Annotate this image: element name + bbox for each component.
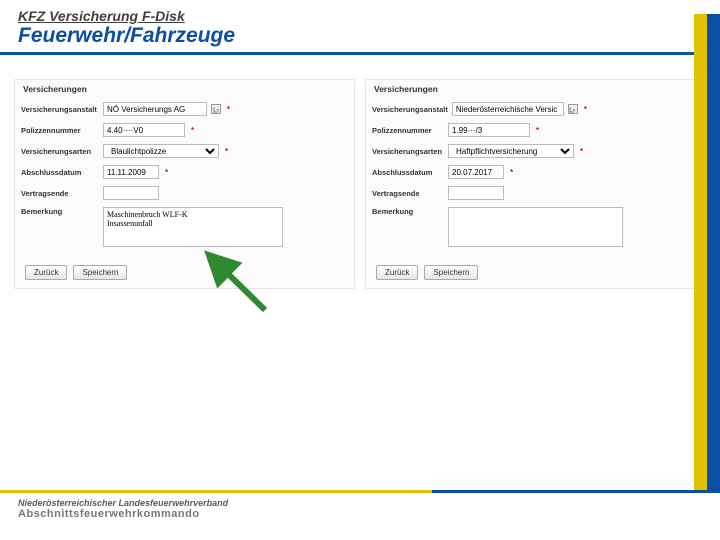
- button-row: Zurück Speichern: [376, 265, 699, 280]
- input-abschluss[interactable]: [448, 165, 504, 179]
- row-abschluss: Abschlussdatum *: [21, 165, 348, 179]
- required-star: *: [165, 168, 168, 177]
- row-vertragsende: Vertragsende: [21, 186, 348, 200]
- required-star: *: [191, 126, 194, 135]
- footer: Niederösterreichischer Landesfeuerwehrve…: [0, 490, 720, 540]
- select-arten[interactable]: Blaulichtpolizze: [103, 144, 219, 158]
- input-polizze[interactable]: [448, 123, 530, 137]
- label-arten: Versicherungsarten: [21, 147, 99, 156]
- side-stripe: [694, 14, 720, 540]
- header: KFZ Versicherung F-Disk Feuerwehr/Fahrze…: [0, 0, 720, 55]
- label-polizze: Polizzennummer: [372, 126, 444, 135]
- required-star: *: [536, 126, 539, 135]
- super-title: KFZ Versicherung F-Disk: [18, 8, 702, 24]
- row-polizze: Polizzennummer *: [372, 123, 699, 137]
- row-vertragsende: Vertragsende: [372, 186, 699, 200]
- row-arten: Versicherungsarten Blaulichtpolizze *: [21, 144, 348, 158]
- select-arten[interactable]: Haftpflichtversicherung: [448, 144, 574, 158]
- label-abschluss: Abschlussdatum: [372, 168, 444, 177]
- label-anstalt: Versicherungsanstalt: [21, 105, 99, 114]
- row-arten: Versicherungsarten Haftpflichtversicheru…: [372, 144, 699, 158]
- footer-sub: Abschnittsfeuerwehrkommando: [18, 508, 702, 520]
- back-button[interactable]: Zurück: [376, 265, 418, 280]
- row-anstalt: Versicherungsanstalt *: [21, 102, 348, 116]
- textarea-bemerkung[interactable]: [103, 207, 283, 247]
- lookup-icon[interactable]: [211, 104, 221, 114]
- input-vertragsende[interactable]: [103, 186, 159, 200]
- label-vertragsende: Vertragsende: [372, 189, 444, 198]
- required-star: *: [225, 147, 228, 156]
- textarea-bemerkung[interactable]: [448, 207, 623, 247]
- row-anstalt: Versicherungsanstalt *: [372, 102, 699, 116]
- label-arten: Versicherungsarten: [372, 147, 444, 156]
- label-bemerkung: Bemerkung: [21, 207, 99, 216]
- input-anstalt[interactable]: [103, 102, 207, 116]
- lookup-icon[interactable]: [568, 104, 578, 114]
- save-button[interactable]: Speichern: [424, 265, 478, 280]
- row-polizze: Polizzennummer *: [21, 123, 348, 137]
- page-title: Feuerwehr/Fahrzeuge: [18, 24, 702, 48]
- footer-org: Niederösterreichischer Landesfeuerwehrve…: [18, 498, 702, 508]
- required-star: *: [510, 168, 513, 177]
- label-vertragsende: Vertragsende: [21, 189, 99, 198]
- row-bemerkung: Bemerkung: [372, 207, 699, 247]
- required-star: *: [227, 105, 230, 114]
- input-anstalt[interactable]: [452, 102, 564, 116]
- label-anstalt: Versicherungsanstalt: [372, 105, 448, 114]
- label-polizze: Polizzennummer: [21, 126, 99, 135]
- panel-heading: Versicherungen: [374, 84, 699, 94]
- panels: Versicherungen Versicherungsanstalt * Po…: [0, 55, 720, 297]
- row-bemerkung: Bemerkung: [21, 207, 348, 247]
- footer-divider: [0, 490, 720, 493]
- label-abschluss: Abschlussdatum: [21, 168, 99, 177]
- label-bemerkung: Bemerkung: [372, 207, 444, 216]
- input-vertragsende[interactable]: [448, 186, 504, 200]
- insurance-panel-right: Versicherungen Versicherungsanstalt * Po…: [365, 79, 706, 289]
- input-polizze[interactable]: [103, 123, 185, 137]
- input-abschluss[interactable]: [103, 165, 159, 179]
- required-star: *: [580, 147, 583, 156]
- button-row: Zurück Speichern: [25, 265, 348, 280]
- panel-heading: Versicherungen: [23, 84, 348, 94]
- save-button[interactable]: Speichern: [73, 265, 127, 280]
- back-button[interactable]: Zurück: [25, 265, 67, 280]
- insurance-panel-left: Versicherungen Versicherungsanstalt * Po…: [14, 79, 355, 289]
- row-abschluss: Abschlussdatum *: [372, 165, 699, 179]
- required-star: *: [584, 105, 587, 114]
